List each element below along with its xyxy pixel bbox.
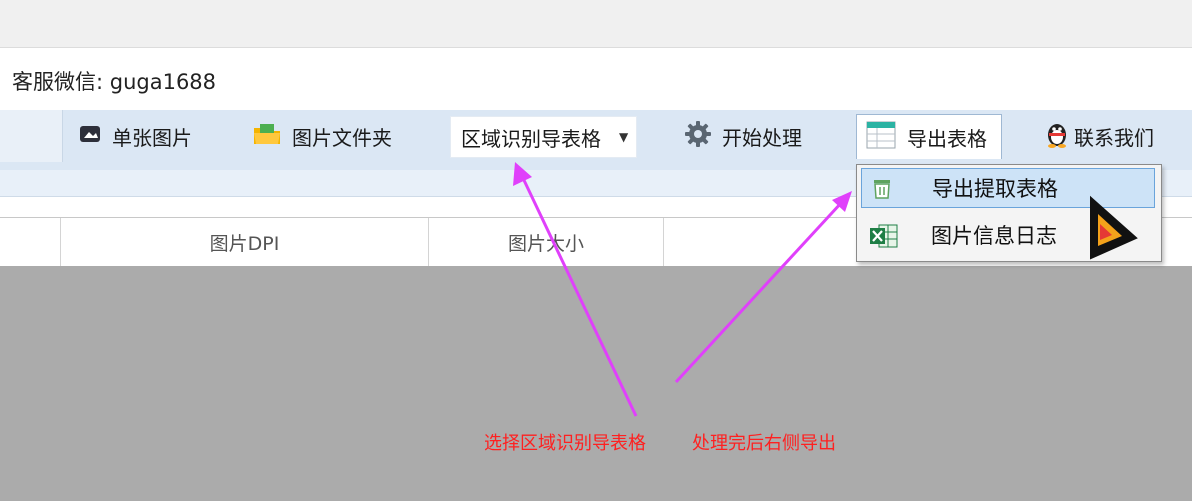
arrow-to-mode-select — [513, 162, 638, 417]
caption-export-after: 处理完后右侧导出 — [692, 433, 836, 454]
mouse-cursor-icon — [1090, 195, 1138, 260]
arrow-to-export-menu — [674, 191, 852, 384]
caption-select-mode: 选择区域识别导表格 — [484, 433, 646, 454]
annotation-overlay — [513, 162, 1138, 417]
